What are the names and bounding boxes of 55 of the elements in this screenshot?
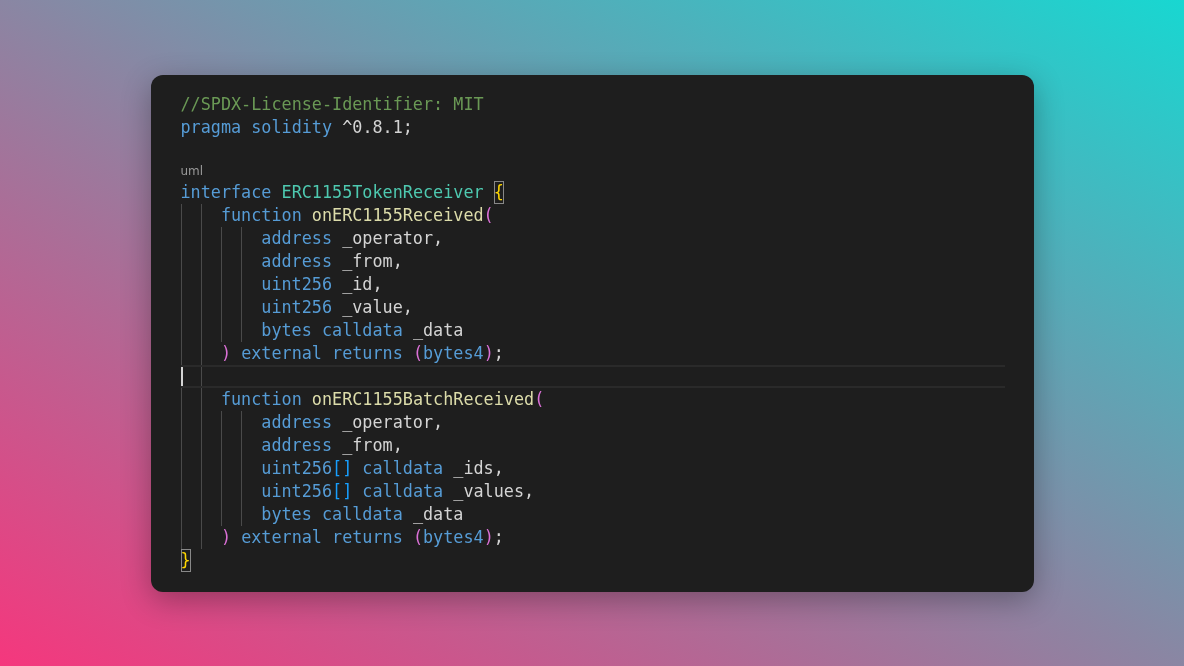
type-text: address xyxy=(261,410,334,434)
type-text: address xyxy=(261,249,334,273)
interface-name: ERC1155TokenReceiver xyxy=(281,180,485,204)
keyword-text: external xyxy=(241,341,323,365)
code-text: _ids, xyxy=(453,456,504,480)
code-text: _from, xyxy=(342,249,403,273)
type-text: bytes4 xyxy=(423,341,484,365)
function-name: onERC1155Received xyxy=(311,203,484,227)
code-text: _operator, xyxy=(342,226,444,250)
brace: } xyxy=(180,548,191,572)
parenthesis: ) xyxy=(483,525,494,549)
parenthesis: ) xyxy=(220,341,232,365)
keyword-text: function xyxy=(220,203,303,227)
keyword-text: calldata xyxy=(321,318,404,342)
parenthesis: ) xyxy=(483,341,494,365)
keyword-text: calldata xyxy=(362,479,445,503)
type-text: uint256 xyxy=(261,479,333,503)
code-text: _from, xyxy=(342,433,403,457)
parenthesis: ( xyxy=(412,525,423,549)
array-brackets: [] xyxy=(332,456,354,480)
array-brackets: [] xyxy=(332,479,354,503)
function-name: onERC1155BatchReceived xyxy=(311,387,535,411)
type-text: address xyxy=(261,226,334,250)
keyword-text: calldata xyxy=(362,456,445,480)
keyword-text: pragma xyxy=(180,115,243,139)
keyword-text: function xyxy=(220,387,303,411)
keyword-text: returns xyxy=(332,525,404,549)
code-text: _values, xyxy=(453,479,535,503)
code-text: ; xyxy=(493,341,504,365)
keyword-text: external xyxy=(241,525,323,549)
keyword-text: interface xyxy=(180,180,273,204)
code-text: ^0.8.1; xyxy=(342,115,413,139)
type-text: bytes4 xyxy=(423,525,484,549)
keyword-text: calldata xyxy=(321,502,404,526)
code-text: _value, xyxy=(342,295,413,319)
parenthesis: ( xyxy=(412,341,423,365)
type-text: address xyxy=(261,433,334,457)
keyword-text: returns xyxy=(332,341,404,365)
parenthesis: ( xyxy=(534,387,545,411)
comment-text: //SPDX-License-Identifier: MIT xyxy=(180,92,484,116)
code-text: _data xyxy=(412,502,464,526)
type-text: bytes xyxy=(261,502,313,526)
code-text: _data xyxy=(412,318,464,342)
codelens-link[interactable]: uml xyxy=(180,161,204,181)
type-text: bytes xyxy=(261,318,313,342)
type-text: uint256 xyxy=(261,272,334,296)
parenthesis: ( xyxy=(483,203,494,227)
type-text: uint256 xyxy=(261,456,333,480)
type-text: uint256 xyxy=(261,295,334,319)
code-text: ; xyxy=(493,525,504,549)
parenthesis: ) xyxy=(220,525,232,549)
code-text: _operator, xyxy=(342,410,444,434)
keyword-text: solidity xyxy=(251,115,334,139)
brace: { xyxy=(493,180,504,204)
code-text: _id, xyxy=(342,272,383,296)
